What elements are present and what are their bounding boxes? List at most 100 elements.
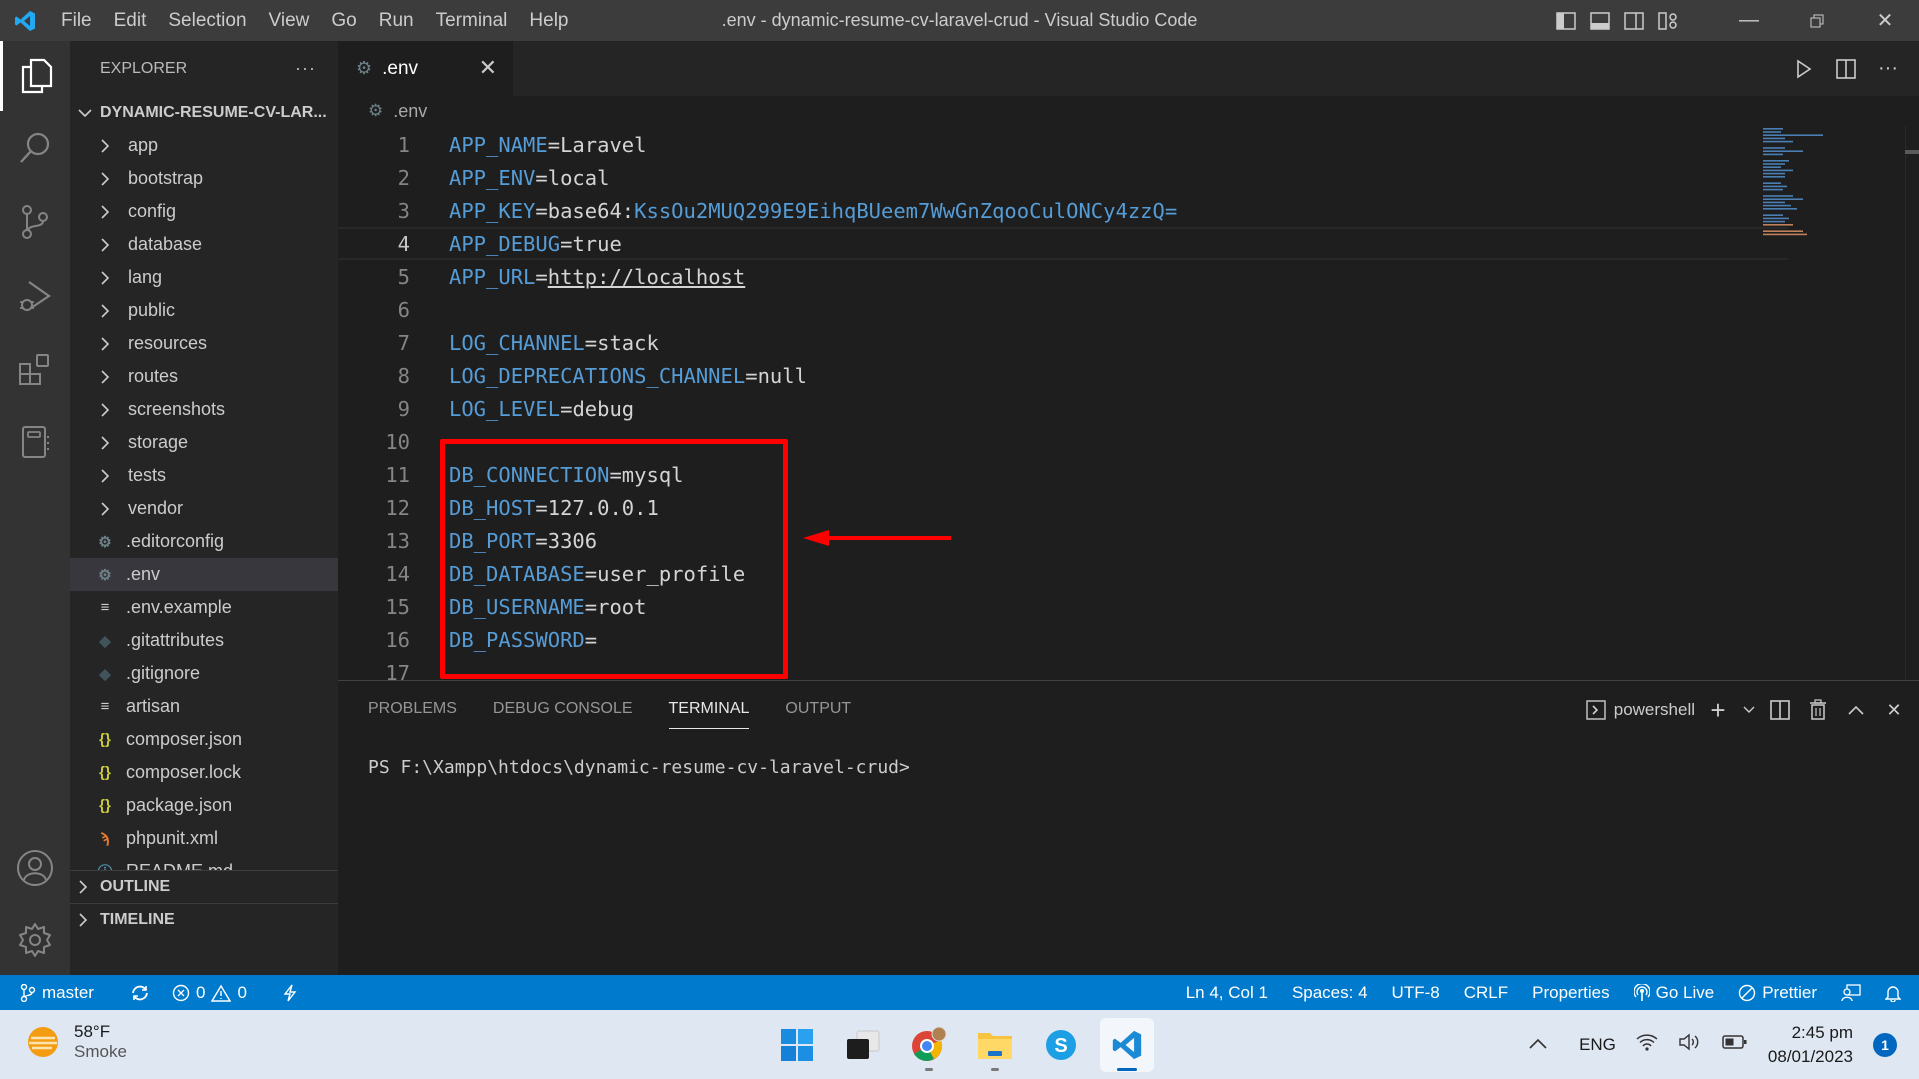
workspace-root-folder[interactable]: DYNAMIC-RESUME-CV-LAR... — [70, 96, 338, 129]
tree-folder-public[interactable]: public — [70, 294, 338, 327]
tree-folder-tests[interactable]: tests — [70, 459, 338, 492]
notifications-bell-icon[interactable] — [1885, 984, 1901, 1002]
close-window-button[interactable]: ✕ — [1851, 0, 1919, 41]
tree-file-composer-json[interactable]: {} composer.json — [70, 723, 338, 756]
editor-scrollbar[interactable] — [1905, 126, 1919, 680]
menu-help[interactable]: Help — [518, 0, 579, 41]
tree-folder-storage[interactable]: storage — [70, 426, 338, 459]
scrollbar-thumb[interactable] — [1905, 150, 1919, 154]
outline-section[interactable]: OUTLINE — [70, 870, 338, 903]
tree-folder-config[interactable]: config — [70, 195, 338, 228]
terminal-profile[interactable]: powershell — [1586, 695, 1695, 725]
menu-selection[interactable]: Selection — [157, 0, 257, 41]
menu-file[interactable]: File — [50, 0, 103, 41]
taskbar-file-explorer[interactable] — [968, 1018, 1022, 1072]
battery-icon[interactable] — [1722, 1034, 1748, 1055]
system-clock[interactable]: 2:45 pm 08/01/2023 — [1768, 1021, 1853, 1069]
show-hidden-icons-chevron[interactable] — [1529, 1035, 1547, 1055]
prettier-button[interactable]: Prettier — [1738, 983, 1817, 1003]
menu-edit[interactable]: Edit — [103, 0, 158, 41]
tree-folder-bootstrap[interactable]: bootstrap — [70, 162, 338, 195]
language-mode[interactable]: Properties — [1532, 983, 1609, 1003]
notebook-icon[interactable] — [0, 407, 70, 477]
code-line[interactable]: 8 LOG_DEPRECATIONS_CHANNEL=null — [338, 359, 1788, 392]
tree-folder-lang[interactable]: lang — [70, 261, 338, 294]
terminal-prompt[interactable]: PS F:\Xampp\htdocs\dynamic-resume-cv-lar… — [368, 757, 910, 778]
panel-tab-terminal[interactable]: TERMINAL — [668, 693, 750, 729]
tree-file-README-md[interactable]: ⓘ README.md — [70, 855, 338, 870]
new-terminal-icon[interactable]: + — [1703, 695, 1733, 725]
chevron-down-icon[interactable] — [1741, 695, 1757, 725]
maximize-panel-icon[interactable] — [1841, 695, 1871, 725]
settings-gear-icon[interactable] — [0, 905, 70, 975]
run-debug-icon[interactable] — [0, 261, 70, 331]
code-line[interactable]: 7 LOG_CHANNEL=stack — [338, 326, 1788, 359]
customize-layout-icon[interactable] — [1651, 0, 1685, 41]
tree-folder-app[interactable]: app — [70, 129, 338, 162]
wifi-icon[interactable] — [1636, 1033, 1658, 1056]
taskbar-skype[interactable]: S — [1034, 1018, 1088, 1072]
encoding[interactable]: UTF-8 — [1392, 983, 1440, 1003]
tree-file-package-json[interactable]: {} package.json — [70, 789, 338, 822]
feedback-icon[interactable] — [1841, 983, 1861, 1002]
tree-file-phpunit-xml[interactable]: ϡ phpunit.xml — [70, 822, 338, 855]
close-tab-icon[interactable]: ✕ — [479, 55, 497, 81]
env-value-link[interactable]: http://localhost — [548, 265, 745, 289]
restore-button[interactable] — [1783, 0, 1851, 41]
tree-file-dot-gitattributes[interactable]: ◆ .gitattributes — [70, 624, 338, 657]
toggle-primary-sidebar-icon[interactable] — [1549, 0, 1583, 41]
explorer-more-actions-button[interactable]: ··· — [295, 58, 316, 79]
taskbar-vscode[interactable] — [1100, 1018, 1154, 1072]
code-line[interactable]: 4 APP_DEBUG=true — [338, 227, 1788, 260]
panel-tab-debug-console[interactable]: DEBUG CONSOLE — [493, 693, 633, 729]
tree-folder-routes[interactable]: routes — [70, 360, 338, 393]
run-file-icon[interactable] — [1785, 50, 1823, 88]
split-editor-icon[interactable] — [1827, 50, 1865, 88]
code-line[interactable]: 3 APP_KEY=base64:KssOu2MUQ299E9EihqBUeem7… — [338, 194, 1788, 227]
code-line[interactable]: 6 — [338, 293, 1788, 326]
tree-file-dot-env[interactable]: ⚙ .env — [70, 558, 338, 591]
breadcrumb-file[interactable]: .env — [393, 101, 427, 122]
panel-tab-output[interactable]: OUTPUT — [785, 693, 851, 729]
tree-folder-screenshots[interactable]: screenshots — [70, 393, 338, 426]
code-line[interactable]: 9 LOG_LEVEL=debug — [338, 392, 1788, 425]
code-line[interactable]: 5 APP_URL=http://localhost — [338, 260, 1788, 293]
go-live-button[interactable]: Go Live — [1633, 983, 1714, 1003]
end-of-line[interactable]: CRLF — [1464, 983, 1508, 1003]
taskbar-chrome[interactable] — [902, 1018, 956, 1072]
weather-widget[interactable]: 58°F Smoke — [26, 1022, 127, 1062]
source-control-icon[interactable] — [0, 187, 70, 257]
menu-view[interactable]: View — [258, 0, 321, 41]
notification-badge[interactable]: 1 — [1873, 1032, 1897, 1057]
input-language[interactable]: ENG — [1579, 1035, 1616, 1055]
explorer-icon[interactable] — [0, 41, 70, 111]
tree-file-composer-lock[interactable]: {} composer.lock — [70, 756, 338, 789]
tree-file-dot-editorconfig[interactable]: ⚙ .editorconfig — [70, 525, 338, 558]
code-editor[interactable]: 1 APP_NAME=Laravel 2 APP_ENV=local 3 APP_KEY=… — [338, 126, 1919, 680]
panel-tab-problems[interactable]: PROBLEMS — [368, 693, 457, 729]
tab-env[interactable]: ⚙ .env ✕ — [338, 41, 513, 96]
indentation[interactable]: Spaces: 4 — [1292, 983, 1368, 1003]
menu-go[interactable]: Go — [320, 0, 367, 41]
menu-run[interactable]: Run — [368, 0, 425, 41]
more-actions-icon[interactable]: ··· — [1869, 50, 1907, 88]
split-terminal-icon[interactable] — [1765, 695, 1795, 725]
tree-folder-vendor[interactable]: vendor — [70, 492, 338, 525]
extensions-icon[interactable] — [0, 335, 70, 405]
accounts-icon[interactable] — [0, 833, 70, 903]
minimap[interactable] — [1761, 126, 1861, 246]
problems-indicator[interactable]: 0 0 — [172, 983, 247, 1003]
task-view-button[interactable] — [836, 1018, 890, 1072]
search-icon[interactable] — [0, 113, 70, 183]
minimize-button[interactable]: — — [1715, 0, 1783, 41]
code-line[interactable]: 1 APP_NAME=Laravel — [338, 128, 1788, 161]
tree-folder-resources[interactable]: resources — [70, 327, 338, 360]
start-button[interactable] — [770, 1018, 824, 1072]
menu-terminal[interactable]: Terminal — [425, 0, 519, 41]
sync-icon[interactable] — [130, 984, 150, 1002]
tree-file-dot-env-example[interactable]: ≡ .env.example — [70, 591, 338, 624]
timeline-section[interactable]: TIMELINE — [70, 903, 338, 936]
close-panel-icon[interactable]: ✕ — [1879, 695, 1909, 725]
branch-indicator[interactable]: master — [20, 983, 94, 1003]
volume-icon[interactable] — [1678, 1033, 1702, 1056]
